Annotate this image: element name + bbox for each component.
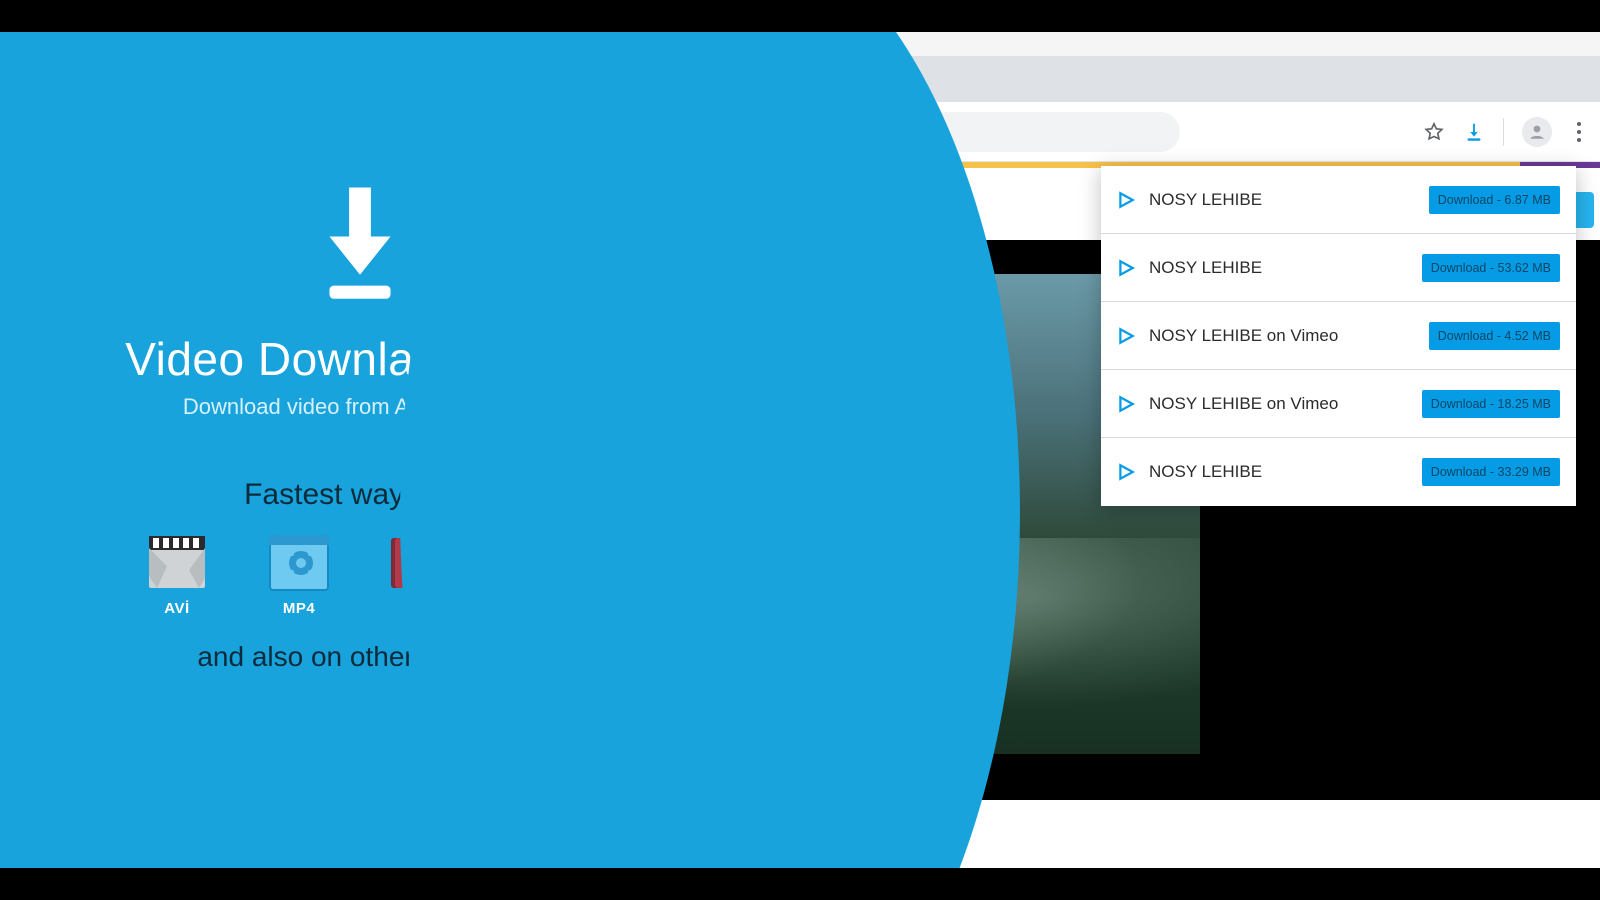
- app-stage: Video Downlaoder Pro Download video from…: [0, 32, 1600, 868]
- format-mp4-label: MP4: [268, 600, 330, 617]
- popup-item-title: NOSY LEHIBE: [1149, 462, 1408, 482]
- play-icon: [1117, 327, 1135, 345]
- format-mp4: MP4: [268, 534, 330, 617]
- popup-item: NOSY LEHIBE Download - 53.62 MB: [1101, 234, 1576, 302]
- bookmark-star-icon[interactable]: [1423, 121, 1445, 143]
- popup-download-button[interactable]: Download - 53.62 MB: [1422, 254, 1560, 282]
- popup-download-button[interactable]: Download - 4.52 MB: [1429, 322, 1560, 350]
- curve-overlay: [400, 32, 1020, 868]
- popup-download-button[interactable]: Download - 18.25 MB: [1422, 390, 1560, 418]
- popup-item: NOSY LEHIBE on Vimeo Download - 18.25 MB: [1101, 370, 1576, 438]
- mp4-icon: [268, 534, 330, 592]
- popup-item: NOSY LEHIBE Download - 6.87 MB: [1101, 166, 1576, 234]
- popup-item-title: NOSY LEHIBE: [1149, 258, 1408, 278]
- popup-item: NOSY LEHIBE on Vimeo Download - 4.52 MB: [1101, 302, 1576, 370]
- avi-icon: [146, 534, 208, 592]
- extension-popup: NOSY LEHIBE Download - 6.87 MB NOSY LEHI…: [1101, 166, 1576, 506]
- play-icon: [1117, 259, 1135, 277]
- play-icon: [1117, 395, 1135, 413]
- popup-download-button[interactable]: Download - 33.29 MB: [1422, 458, 1560, 486]
- download-logo-icon: [305, 182, 415, 302]
- popup-item-title: NOSY LEHIBE: [1149, 190, 1415, 210]
- popup-download-button[interactable]: Download - 6.87 MB: [1429, 186, 1560, 214]
- format-avi-label: AVİ: [146, 600, 208, 617]
- download-extension-icon[interactable]: [1463, 121, 1485, 143]
- format-avi: AVİ: [146, 534, 208, 617]
- omnibar-actions: [1423, 102, 1588, 162]
- popup-item-title: NOSY LEHIBE on Vimeo: [1149, 326, 1415, 346]
- separator: [1503, 118, 1504, 146]
- play-icon: [1117, 463, 1135, 481]
- menu-kebab-icon[interactable]: [1570, 122, 1588, 142]
- profile-avatar-icon[interactable]: [1522, 117, 1552, 147]
- popup-item: NOSY LEHIBE Download - 33.29 MB: [1101, 438, 1576, 506]
- play-icon: [1117, 191, 1135, 209]
- browser-mock: SY LEHIBE on × + .com/363557083: [680, 32, 1600, 868]
- popup-item-title: NOSY LEHIBE on Vimeo: [1149, 394, 1408, 414]
